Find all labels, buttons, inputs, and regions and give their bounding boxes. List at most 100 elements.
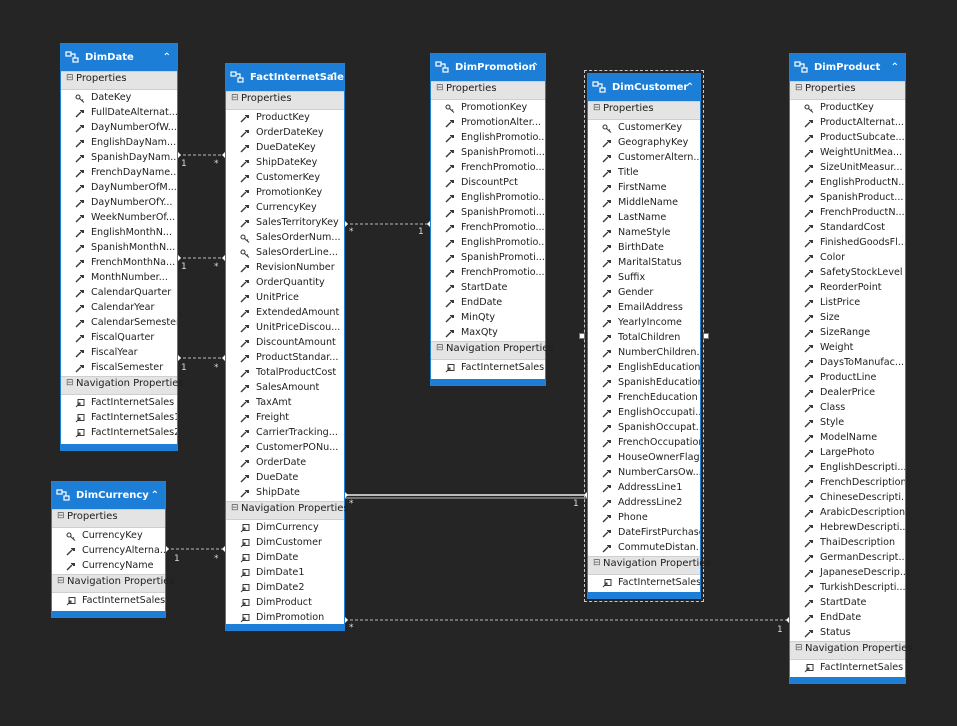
- navigation-section-header[interactable]: ⊟ Navigation Properties: [588, 556, 711, 575]
- property-row[interactable]: PromotionAlter...: [431, 116, 545, 131]
- minus-icon[interactable]: ⊟: [66, 378, 74, 388]
- minus-icon[interactable]: ⊟: [66, 73, 74, 83]
- property-row[interactable]: OrderDateKey: [226, 126, 344, 141]
- properties-section-header[interactable]: ⊟ Properties: [790, 81, 905, 100]
- entity-dimcustomer[interactable]: DimCustomer ⌃ ⊟ Properties CustomerKey Geogra…: [584, 70, 711, 602]
- entity-dimdate[interactable]: DimDate ⌃ ⊟ Properties DateKey FullDateAltern…: [60, 43, 184, 451]
- property-row[interactable]: Color: [790, 251, 905, 266]
- navigation-property-row[interactable]: FactInternetSales: [61, 396, 177, 411]
- property-row[interactable]: MaritalStatus: [588, 256, 700, 271]
- property-row[interactable]: ThaiDescription: [790, 536, 905, 551]
- property-row[interactable]: DueDateKey: [226, 141, 344, 156]
- association-connector[interactable]: [175, 152, 228, 158]
- property-row[interactable]: CurrencyAlterna...: [52, 544, 165, 559]
- property-row[interactable]: EndDate: [790, 611, 905, 626]
- property-row[interactable]: EnglishMonthN...: [61, 226, 177, 241]
- property-row[interactable]: SpanishPromoti...: [431, 146, 545, 161]
- property-row[interactable]: CurrencyName: [52, 559, 165, 574]
- property-row[interactable]: ReorderPoint: [790, 281, 905, 296]
- property-row[interactable]: SpanishDayNam...: [61, 151, 177, 166]
- property-row[interactable]: Freight: [226, 411, 344, 426]
- property-row[interactable]: SpanishPromoti...: [431, 206, 545, 221]
- property-row[interactable]: LastName: [588, 211, 700, 226]
- property-row[interactable]: CustomerAltern...: [588, 151, 700, 166]
- property-row[interactable]: UnitPriceDiscou...: [226, 321, 344, 336]
- properties-section-header[interactable]: ⊟ Properties: [61, 71, 177, 90]
- property-row[interactable]: EnglishEducation: [588, 361, 700, 376]
- navigation-property-row[interactable]: DimCustomer: [226, 536, 344, 551]
- property-row[interactable]: HouseOwnerFlag: [588, 451, 700, 466]
- resize-handle[interactable]: [579, 333, 585, 339]
- property-row[interactable]: StartDate: [431, 281, 545, 296]
- chevron-up-icon[interactable]: ⌃: [151, 482, 159, 509]
- property-row[interactable]: EnglishOccupati...: [588, 406, 700, 421]
- property-row[interactable]: CurrencyKey: [52, 529, 165, 544]
- property-row[interactable]: MonthNumber...: [61, 271, 177, 286]
- property-row[interactable]: FullDateAlternat...: [61, 106, 177, 121]
- property-row[interactable]: ProductAlternat...: [790, 116, 905, 131]
- minus-icon[interactable]: ⊟: [593, 558, 601, 568]
- navigation-property-row[interactable]: DimProduct: [226, 596, 344, 611]
- entity-header[interactable]: DimCurrency ⌃: [52, 482, 165, 509]
- property-row[interactable]: ExtendedAmount: [226, 306, 344, 321]
- property-row[interactable]: ProductLine: [790, 371, 905, 386]
- property-row[interactable]: SpanishMonthN...: [61, 241, 177, 256]
- property-row[interactable]: FrenchMonthNa...: [61, 256, 177, 271]
- property-row[interactable]: PromotionKey: [226, 186, 344, 201]
- entity-dimcurrency[interactable]: DimCurrency ⌃ ⊟ Properties CurrencyKey Curren…: [51, 481, 175, 618]
- property-row[interactable]: FrenchProductN...: [790, 206, 905, 221]
- property-row[interactable]: DiscountAmount: [226, 336, 344, 351]
- association-connector[interactable]: [342, 617, 792, 623]
- property-row[interactable]: SizeRange: [790, 326, 905, 341]
- property-row[interactable]: TotalProductCost: [226, 366, 344, 381]
- chevron-up-icon[interactable]: ⌃: [163, 44, 171, 71]
- property-row[interactable]: DayNumberOfW...: [61, 121, 177, 136]
- property-row[interactable]: FrenchOccupation: [588, 436, 700, 451]
- minus-icon[interactable]: ⊟: [795, 643, 803, 653]
- property-row[interactable]: EnglishProductN...: [790, 176, 905, 191]
- navigation-property-row[interactable]: FactInternetSales: [588, 576, 700, 591]
- property-row[interactable]: Gender: [588, 286, 700, 301]
- entity-header[interactable]: FactInternetSale ⌃: [226, 64, 344, 91]
- property-row[interactable]: NameStyle: [588, 226, 700, 241]
- property-row[interactable]: ShipDate: [226, 486, 344, 501]
- property-row[interactable]: DateFirstPurchase: [588, 526, 700, 541]
- property-row[interactable]: TotalChildren: [588, 331, 700, 346]
- property-row[interactable]: ListPrice: [790, 296, 905, 311]
- property-row[interactable]: Size: [790, 311, 905, 326]
- association-connector[interactable]: [175, 355, 228, 361]
- navigation-property-row[interactable]: DimCurrency: [226, 521, 344, 536]
- navigation-property-row[interactable]: FactInternetSales1: [61, 411, 177, 426]
- property-row[interactable]: TaxAmt: [226, 396, 344, 411]
- property-row[interactable]: EnglishPromotio...: [431, 191, 545, 206]
- navigation-section-header[interactable]: ⊟ Navigation Properties: [431, 341, 554, 360]
- property-row[interactable]: SpanishPromoti...: [431, 251, 545, 266]
- property-row[interactable]: JapaneseDescrip...: [790, 566, 905, 581]
- property-row[interactable]: CalendarSemester: [61, 316, 177, 331]
- navigation-property-row[interactable]: FactInternetSales: [52, 594, 165, 609]
- minus-icon[interactable]: ⊟: [795, 83, 803, 93]
- entity-header[interactable]: DimCustomer ⌃: [588, 74, 700, 101]
- properties-section-header[interactable]: ⊟ Properties: [52, 509, 165, 528]
- property-row[interactable]: SpanishProduct...: [790, 191, 905, 206]
- property-row[interactable]: MaxQty: [431, 326, 545, 341]
- properties-section-header[interactable]: ⊟ Properties: [431, 81, 545, 100]
- property-row[interactable]: WeightUnitMea...: [790, 146, 905, 161]
- property-row[interactable]: Title: [588, 166, 700, 181]
- property-row[interactable]: FrenchEducation: [588, 391, 700, 406]
- property-row[interactable]: Class: [790, 401, 905, 416]
- navigation-property-row[interactable]: DimDate2: [226, 581, 344, 596]
- property-row[interactable]: FiscalQuarter: [61, 331, 177, 346]
- property-row[interactable]: ProductStandar...: [226, 351, 344, 366]
- property-row[interactable]: SpanishOccupat...: [588, 421, 700, 436]
- property-row[interactable]: ArabicDescription: [790, 506, 905, 521]
- property-row[interactable]: DealerPrice: [790, 386, 905, 401]
- property-row[interactable]: LargePhoto: [790, 446, 905, 461]
- property-row[interactable]: CustomerPONu...: [226, 441, 344, 456]
- navigation-property-row[interactable]: FactInternetSales2: [61, 426, 177, 441]
- property-row[interactable]: ProductKey: [226, 111, 344, 126]
- property-row[interactable]: FrenchPromotio...: [431, 161, 545, 176]
- property-row[interactable]: ChineseDescripti...: [790, 491, 905, 506]
- property-row[interactable]: UnitPrice: [226, 291, 344, 306]
- property-row[interactable]: NumberCarsOw...: [588, 466, 700, 481]
